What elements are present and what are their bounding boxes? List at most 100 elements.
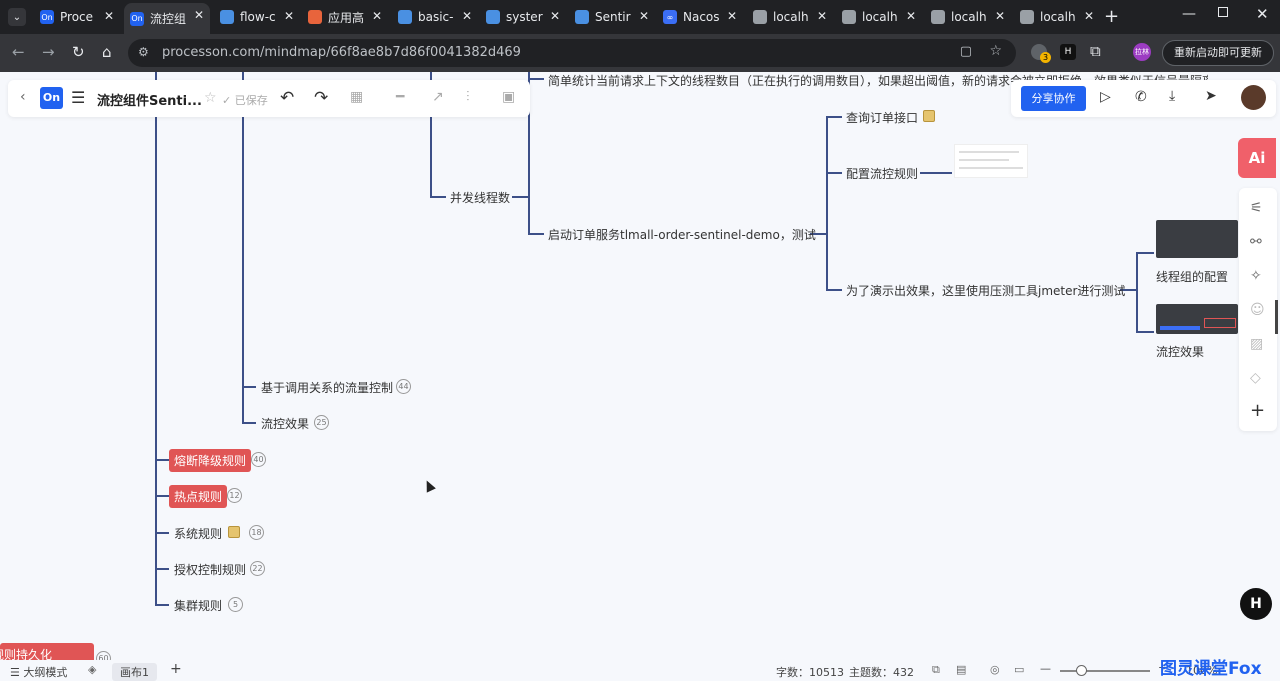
puzzle-icon[interactable]: ⧉: [1090, 42, 1101, 60]
menu-icon[interactable]: ☰: [71, 88, 85, 107]
address-bar[interactable]: ⚙ processon.com/mindmap/66f8ae8b7d86f004…: [128, 39, 1016, 67]
browser-tab[interactable]: 应用高 ✕: [302, 4, 388, 30]
note-icon[interactable]: [923, 110, 935, 122]
browser-tab[interactable]: localh ✕: [836, 4, 922, 30]
send-icon[interactable]: ➤: [1205, 88, 1217, 104]
browser-tab[interactable]: localh ✕: [925, 4, 1011, 30]
tab-close-icon[interactable]: ✕: [1084, 9, 1094, 23]
redo-icon[interactable]: ↷: [314, 88, 328, 108]
favorite-star-icon[interactable]: ☆: [204, 90, 217, 106]
browser-tab[interactable]: localh ✕: [747, 4, 833, 30]
node-cluster-rule[interactable]: 集群规则: [174, 597, 222, 614]
image-icon[interactable]: ▨: [1250, 336, 1263, 352]
maximize-button[interactable]: [1218, 7, 1228, 17]
restart-update-button[interactable]: 重新启动即可更新: [1162, 40, 1274, 66]
canvas-tab[interactable]: 画布1: [112, 663, 157, 681]
call-icon[interactable]: ✆: [1135, 89, 1147, 105]
node-call-relation[interactable]: 基于调用关系的流量控制: [261, 379, 393, 396]
node-config-rule[interactable]: 配置流控规则: [846, 165, 918, 182]
map-icon[interactable]: ▭: [1014, 663, 1024, 676]
child-count-badge[interactable]: 18: [249, 525, 264, 540]
browser-tab[interactable]: On 流控组 ✕: [124, 3, 210, 34]
config-rule-screenshot-thumbnail[interactable]: [954, 144, 1028, 178]
browser-tab[interactable]: flow-c ✕: [214, 4, 300, 30]
note-icon[interactable]: [228, 526, 240, 538]
emoji-icon[interactable]: ☺: [1250, 302, 1265, 318]
child-count-badge[interactable]: 44: [396, 379, 411, 394]
bookmark-star-icon[interactable]: ☆: [989, 43, 1002, 59]
tab-close-icon[interactable]: ✕: [372, 9, 382, 23]
node-query-api[interactable]: 查询订单接口: [846, 109, 918, 126]
document-title[interactable]: 流控组件Senti...: [97, 90, 202, 109]
ai-assistant-button[interactable]: Ai: [1238, 138, 1276, 178]
browser-tab[interactable]: basic- ✕: [392, 4, 478, 30]
layout-icon[interactable]: ▤: [956, 663, 966, 676]
child-count-badge[interactable]: 12: [227, 488, 242, 503]
back-arrow-icon[interactable]: ‹: [20, 89, 26, 105]
browser-tab[interactable]: syster ✕: [480, 4, 566, 30]
node-hotspot-rule[interactable]: 热点规则: [169, 485, 228, 508]
tab-close-icon[interactable]: ✕: [727, 9, 737, 23]
zoom-slider[interactable]: [1060, 670, 1150, 672]
tag-icon[interactable]: ◇: [1250, 370, 1261, 386]
node-flow-effect[interactable]: 流控效果: [1156, 343, 1204, 360]
node-degrade-rule[interactable]: 熔断降级规则: [169, 449, 252, 472]
insert-topic-icon[interactable]: ━: [396, 89, 404, 105]
tab-close-icon[interactable]: ✕: [284, 9, 294, 23]
child-count-badge[interactable]: 22: [250, 561, 265, 576]
undo-icon[interactable]: ↶: [280, 88, 294, 108]
tab-close-icon[interactable]: ✕: [462, 9, 472, 23]
format-painter-icon[interactable]: ▦: [350, 89, 363, 105]
reload-icon[interactable]: ↻: [72, 43, 85, 61]
locate-icon[interactable]: ◎: [990, 663, 1000, 676]
tab-close-icon[interactable]: ✕: [817, 9, 827, 23]
processon-logo[interactable]: On: [40, 87, 63, 109]
add-icon[interactable]: +: [1250, 400, 1265, 421]
tab-close-icon[interactable]: ✕: [194, 8, 204, 22]
tab-close-icon[interactable]: ✕: [550, 9, 560, 23]
browser-tab[interactable]: localh ✕: [1014, 4, 1100, 30]
tab-close-icon[interactable]: ✕: [995, 9, 1005, 23]
layers-icon[interactable]: ◈: [88, 663, 96, 676]
tab-close-icon[interactable]: ✕: [906, 9, 916, 23]
sparkle-icon[interactable]: ✧: [1250, 268, 1262, 284]
child-count-badge[interactable]: 25: [314, 415, 329, 430]
structure-icon[interactable]: ⚯: [1250, 234, 1262, 250]
scroll-indicator[interactable]: [1275, 300, 1278, 334]
thread-group-screenshot-thumbnail[interactable]: [1156, 220, 1238, 258]
share-collaborate-button[interactable]: 分享协作: [1021, 86, 1086, 111]
flow-effect-screenshot-thumbnail[interactable]: [1156, 304, 1238, 334]
browser-tab[interactable]: ∞ Nacos ✕: [657, 4, 743, 30]
node-start-service[interactable]: 启动订单服务tlmall-order-sentinel-demo，测试: [548, 226, 816, 243]
child-count-badge[interactable]: 5: [228, 597, 243, 612]
h-extension-icon[interactable]: H: [1060, 44, 1076, 60]
close-window-button[interactable]: ✕: [1256, 5, 1269, 23]
forward-icon[interactable]: →: [42, 43, 55, 61]
link-icon[interactable]: ↗: [432, 89, 444, 105]
frame-icon[interactable]: ▣: [502, 89, 515, 105]
site-info-icon[interactable]: ⚙: [138, 45, 149, 59]
node-thread-group[interactable]: 线程组的配置: [1156, 268, 1228, 285]
node-jmeter[interactable]: 为了演示出效果，这里使用压测工具jmeter进行测试: [846, 282, 1125, 299]
outline-mode-button[interactable]: ☰ 大纲模式: [10, 664, 67, 680]
helper-floating-button[interactable]: H: [1240, 588, 1272, 620]
settings-sliders-icon[interactable]: ⚟: [1250, 200, 1263, 216]
summary-icon[interactable]: ⫶: [466, 89, 470, 105]
zoom-out-button[interactable]: —: [1040, 662, 1051, 675]
present-icon[interactable]: ▷: [1100, 89, 1111, 105]
browser-tab[interactable]: Sentir ✕: [569, 4, 655, 30]
minimize-button[interactable]: —: [1182, 6, 1196, 22]
tab-close-icon[interactable]: ✕: [639, 9, 649, 23]
user-avatar[interactable]: [1241, 85, 1266, 110]
back-icon[interactable]: ←: [12, 43, 25, 61]
add-canvas-button[interactable]: +: [170, 661, 182, 677]
copy-icon[interactable]: ⧉: [932, 663, 940, 677]
tab-search-button[interactable]: ⌄: [8, 8, 26, 26]
node-system-rule[interactable]: 系统规则: [174, 525, 222, 542]
node-flow-effect-2[interactable]: 流控效果: [261, 415, 309, 432]
node-concurrency[interactable]: 并发线程数: [450, 189, 510, 206]
new-tab-button[interactable]: +: [1104, 6, 1119, 27]
home-icon[interactable]: ⌂: [102, 43, 112, 61]
browser-tab[interactable]: On Proce ✕: [34, 4, 120, 30]
zoom-slider-handle[interactable]: [1076, 665, 1087, 676]
